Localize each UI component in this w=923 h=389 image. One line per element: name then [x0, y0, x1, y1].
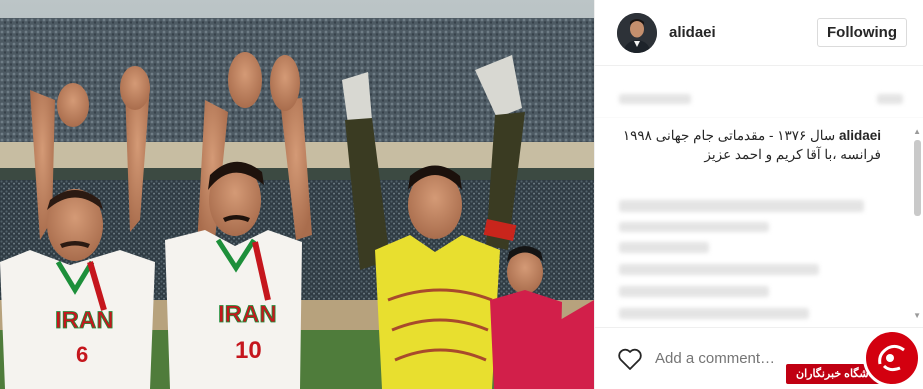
- photo-scene: IRAN 6 IRAN 10: [0, 0, 594, 389]
- scrollbar-thumb[interactable]: [914, 140, 921, 216]
- following-button[interactable]: Following: [817, 18, 907, 47]
- jersey-text-left: IRAN: [55, 307, 114, 334]
- post-meta-blurred: [595, 66, 923, 118]
- heart-icon[interactable]: [617, 347, 643, 371]
- watermark-emblem: [863, 329, 921, 387]
- post-photo[interactable]: IRAN 6 IRAN 10: [0, 0, 594, 389]
- watermark-logo: باشگاه خبرنگاران: [783, 329, 923, 389]
- jersey-number-middle: 10: [235, 337, 262, 364]
- chevron-down-icon[interactable]: ▼: [913, 312, 921, 320]
- avatar[interactable]: [617, 12, 657, 53]
- blurred-meta-left: [619, 94, 691, 104]
- avatar-image: [617, 12, 657, 53]
- jersey-text-middle: IRAN: [218, 301, 277, 328]
- blurred-comment: [619, 264, 819, 275]
- blurred-comment: [619, 200, 864, 212]
- chevron-up-icon[interactable]: ▲: [913, 128, 921, 136]
- blurred-comment: [619, 222, 769, 232]
- blurred-comment: [619, 242, 709, 253]
- blurred-comment: [619, 308, 809, 319]
- comments-blurred: [595, 186, 923, 326]
- instagram-post: IRAN 6 IRAN 10 alidaei Following alidaei…: [0, 0, 923, 389]
- post-header: alidaei Following: [595, 0, 923, 66]
- username[interactable]: alidaei: [669, 24, 716, 41]
- phone-icon: [878, 344, 905, 372]
- post-sidebar: alidaei Following alidaei سال ۱۳۷۶ - مقد…: [594, 0, 923, 389]
- post-caption: alidaei سال ۱۳۷۶ - مقدماتی جام جهانی ۱۹۹…: [619, 126, 881, 164]
- blurred-meta-right: [877, 94, 903, 104]
- blurred-comment: [619, 286, 769, 297]
- jersey-number-left: 6: [76, 342, 88, 367]
- caption-username[interactable]: alidaei: [839, 128, 881, 143]
